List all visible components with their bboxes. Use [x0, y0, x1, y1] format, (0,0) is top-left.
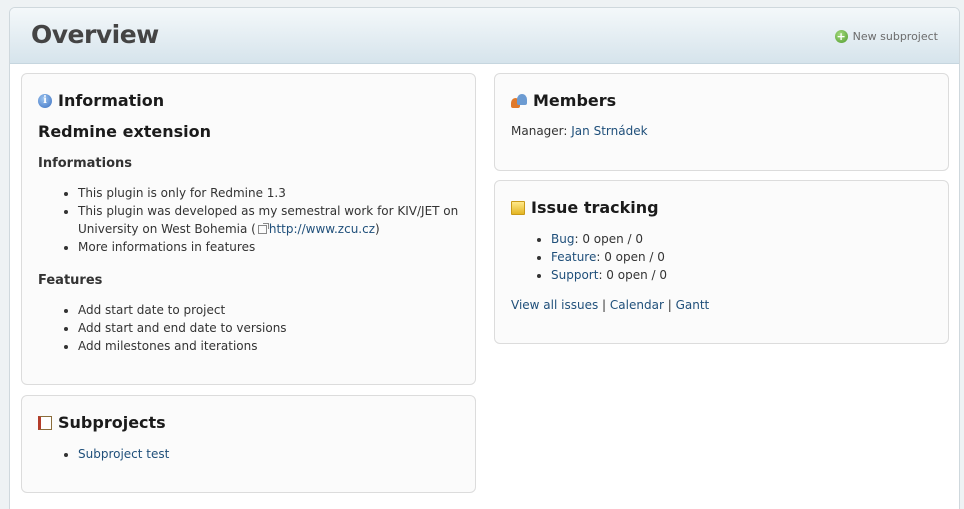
list-item: Add start date to project	[78, 301, 488, 319]
project-name: Redmine extension	[38, 122, 212, 141]
members-icon	[511, 93, 527, 108]
page-title: Overview	[31, 20, 159, 49]
zcu-link[interactable]: http://www.zcu.cz	[269, 222, 375, 236]
members-box: Members Manager: Jan Strnádek	[494, 73, 949, 171]
information-heading: i Information	[38, 91, 164, 110]
issue-tracking-box: Issue tracking Bug: 0 open / 0 Feature: …	[494, 180, 949, 344]
list-item: This plugin is only for Redmine 1.3	[78, 184, 488, 202]
view-all-issues-link[interactable]: View all issues	[511, 298, 598, 312]
subproject-link[interactable]: Subproject test	[78, 447, 169, 461]
informations-heading: Informations	[38, 156, 133, 171]
issue-tracking-heading-label: Issue tracking	[531, 198, 659, 217]
page-header: Overview + New subproject	[10, 8, 959, 64]
list-item: Add start and end date to versions	[78, 319, 488, 337]
manager-label: Manager:	[511, 124, 568, 138]
members-heading-label: Members	[533, 91, 617, 110]
support-link[interactable]: Support	[551, 268, 598, 282]
bug-counts: : 0 open / 0	[574, 232, 644, 246]
feature-link[interactable]: Feature	[551, 250, 596, 264]
support-counts: : 0 open / 0	[598, 268, 667, 282]
manager-row: Manager: Jan Strnádek	[511, 124, 648, 138]
tracker-bug: Bug: 0 open / 0	[551, 230, 931, 248]
tracker-feature: Feature: 0 open / 0	[551, 248, 931, 266]
features-list: Add start date to project Add start and …	[78, 301, 488, 355]
separator: |	[667, 298, 672, 312]
subprojects-list: Subproject test	[78, 445, 458, 463]
info-icon: i	[38, 93, 52, 108]
bug-link[interactable]: Bug	[551, 232, 574, 246]
tracker-support: Support: 0 open / 0	[551, 266, 931, 284]
calendar-link[interactable]: Calendar	[610, 298, 664, 312]
separator: |	[602, 298, 607, 312]
issue-tracking-heading: Issue tracking	[511, 198, 659, 217]
information-box: i Information Redmine extension Informat…	[21, 73, 476, 385]
tracker-icon	[511, 200, 525, 215]
subprojects-heading-label: Subprojects	[58, 413, 166, 432]
manager-link[interactable]: Jan Strnádek	[571, 124, 647, 138]
overview-panel: Overview + New subproject i Information …	[9, 7, 960, 509]
info-list: This plugin is only for Redmine 1.3 This…	[78, 184, 488, 256]
list-item: This plugin was developed as my semestra…	[78, 202, 488, 238]
information-heading-label: Information	[58, 91, 165, 110]
issue-links: View all issues | Calendar | Gantt	[511, 298, 709, 312]
subprojects-heading: Subprojects	[38, 413, 166, 432]
subprojects-icon	[38, 415, 52, 430]
list-item: Add milestones and iterations	[78, 337, 488, 355]
tracker-list: Bug: 0 open / 0 Feature: 0 open / 0 Supp…	[551, 230, 931, 284]
features-heading: Features	[38, 273, 103, 288]
external-link-icon	[257, 223, 269, 234]
members-heading: Members	[511, 91, 616, 110]
list-item: More informations in features	[78, 238, 488, 256]
list-item: Subproject test	[78, 445, 458, 463]
info-text-suffix: )	[375, 222, 380, 236]
subprojects-box: Subprojects Subproject test	[21, 395, 476, 493]
gantt-link[interactable]: Gantt	[676, 298, 710, 312]
add-icon: +	[834, 30, 848, 43]
new-subproject-link[interactable]: + New subproject	[834, 30, 938, 43]
new-subproject-label: New subproject	[852, 30, 938, 43]
feature-counts: : 0 open / 0	[596, 250, 665, 264]
